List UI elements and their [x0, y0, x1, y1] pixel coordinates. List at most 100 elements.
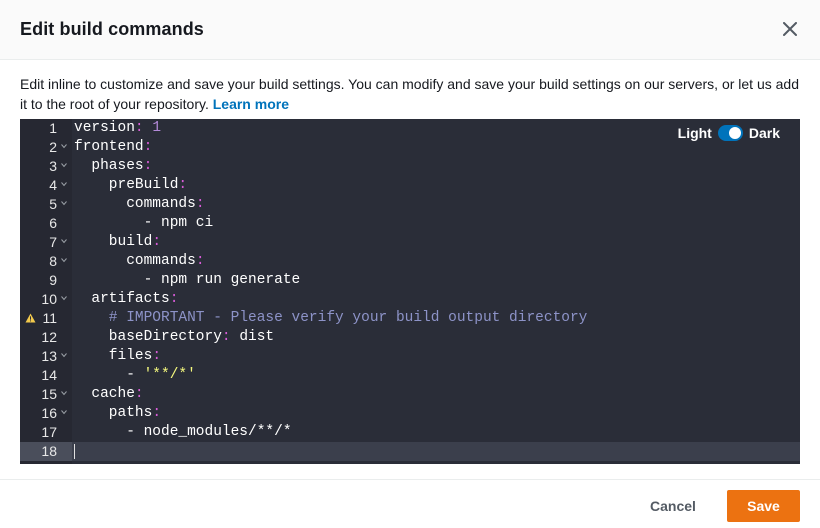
code-line[interactable]: 15 cache: — [20, 385, 800, 404]
warning-icon — [25, 313, 36, 323]
line-number-cell: 14 — [20, 366, 72, 385]
code-line[interactable]: 5 commands: — [20, 195, 800, 214]
save-button[interactable]: Save — [727, 490, 800, 522]
code-text: artifacts: — [91, 290, 178, 309]
code-token: frontend — [74, 139, 144, 155]
code-token: : — [195, 253, 205, 269]
code-line[interactable]: 4 preBuild: — [20, 176, 800, 195]
line-number-cell: 4 — [20, 176, 72, 195]
code-text: - npm ci — [144, 214, 214, 233]
line-number: 8 — [49, 253, 57, 269]
line-number: 9 — [49, 272, 57, 288]
code-token: cache — [91, 386, 135, 402]
theme-dark-label: Dark — [748, 125, 780, 141]
code-line[interactable]: 3 phases: — [20, 157, 800, 176]
line-number: 6 — [49, 215, 57, 231]
code-text: commands: — [126, 195, 204, 214]
line-number-cell: 11 — [20, 309, 72, 328]
code-text: # IMPORTANT - Please verify your build o… — [109, 309, 588, 328]
fold-arrow-icon[interactable] — [61, 200, 67, 206]
code-token: : — [134, 120, 153, 136]
code-token: : — [152, 405, 162, 421]
code-line[interactable]: 16 paths: — [20, 404, 800, 423]
code-token: preBuild — [108, 177, 179, 193]
code-text: - node_modules/**/* — [126, 423, 291, 442]
fold-arrow-icon[interactable] — [61, 257, 67, 263]
code-token: # IMPORTANT - Please verify your build o… — [108, 310, 588, 326]
description-text: Edit inline to customize and save your b… — [20, 76, 799, 112]
fold-arrow-icon[interactable] — [61, 352, 67, 358]
code-token: - npm ci — [143, 215, 214, 231]
code-token: : — [195, 196, 205, 212]
code-token: commands — [126, 253, 196, 269]
code-line[interactable]: 11 # IMPORTANT - Please verify your build… — [20, 309, 800, 328]
code-text: build: — [109, 233, 161, 252]
line-number: 3 — [49, 158, 57, 174]
line-number: 11 — [42, 310, 57, 326]
fold-arrow-icon[interactable] — [61, 143, 67, 149]
code-text: paths: — [109, 404, 161, 423]
code-line[interactable]: 7 build: — [20, 233, 800, 252]
code-text: phases: — [91, 157, 152, 176]
code-line[interactable]: 13 files: — [20, 347, 800, 366]
theme-switch[interactable] — [717, 125, 743, 141]
code-text: - npm run generate — [144, 271, 301, 290]
line-number: 18 — [41, 443, 57, 459]
line-number-cell: 6 — [20, 214, 72, 233]
close-icon — [783, 22, 797, 36]
code-text: commands: — [126, 252, 204, 271]
code-token: : — [178, 177, 188, 193]
fold-arrow-icon[interactable] — [61, 181, 67, 187]
code-line[interactable]: 14 - '**/*' — [20, 366, 800, 385]
line-number-cell: 7 — [20, 233, 72, 252]
line-number: 1 — [49, 120, 57, 136]
text-cursor — [74, 444, 75, 459]
code-line[interactable]: 6 - npm ci — [20, 214, 800, 233]
code-line[interactable]: 9 - npm run generate — [20, 271, 800, 290]
line-number-cell: 16 — [20, 404, 72, 423]
fold-arrow-icon[interactable] — [61, 238, 67, 244]
line-number: 13 — [41, 348, 57, 364]
fold-arrow-icon[interactable] — [61, 295, 67, 301]
code-text: files: — [109, 347, 161, 366]
modal-title: Edit build commands — [20, 19, 204, 39]
line-number-cell: 17 — [20, 423, 72, 442]
code-token: commands — [126, 196, 196, 212]
modal-footer: Cancel Save — [0, 479, 820, 528]
code-token: : — [169, 291, 179, 307]
line-number: 2 — [49, 139, 57, 155]
code-token: dist — [239, 329, 275, 345]
code-token: 1 — [152, 120, 162, 136]
switch-knob — [728, 127, 741, 139]
code-text: cache: — [91, 385, 143, 404]
theme-toggle[interactable]: Light Dark — [678, 125, 780, 141]
line-number-cell: 18 — [20, 442, 72, 461]
code-line[interactable]: 10 artifacts: — [20, 290, 800, 309]
code-token: : — [134, 386, 144, 402]
code-token: : — [152, 348, 162, 364]
fold-arrow-icon[interactable] — [61, 409, 67, 415]
code-line[interactable]: 12 baseDirectory: dist — [20, 328, 800, 347]
code-line[interactable]: 8 commands: — [20, 252, 800, 271]
fold-arrow-icon[interactable] — [61, 162, 67, 168]
learn-more-link[interactable]: Learn more — [213, 96, 289, 112]
line-number: 17 — [41, 424, 57, 440]
code-text: baseDirectory: dist — [109, 328, 274, 347]
fold-arrow-icon[interactable] — [61, 390, 67, 396]
code-token: phases — [91, 158, 144, 174]
code-token: baseDirectory — [108, 329, 222, 345]
modal-header: Edit build commands — [0, 0, 820, 60]
code-token: : — [221, 329, 240, 345]
close-button[interactable] — [778, 17, 802, 41]
code-line[interactable]: 18 — [20, 442, 800, 461]
code-editor[interactable]: 1 version: 1 2 frontend: 3 phases: 4 preBuild: 5… — [20, 119, 800, 464]
code-token: - — [126, 367, 144, 383]
code-line[interactable]: 17 - node_modules/**/* — [20, 423, 800, 442]
code-token: files — [108, 348, 153, 364]
theme-light-label: Light — [677, 125, 712, 141]
line-number: 10 — [41, 291, 57, 307]
line-number: 7 — [49, 234, 57, 250]
line-number: 14 — [41, 367, 57, 383]
code-text: - '**/*' — [126, 366, 196, 385]
cancel-button[interactable]: Cancel — [634, 490, 712, 522]
